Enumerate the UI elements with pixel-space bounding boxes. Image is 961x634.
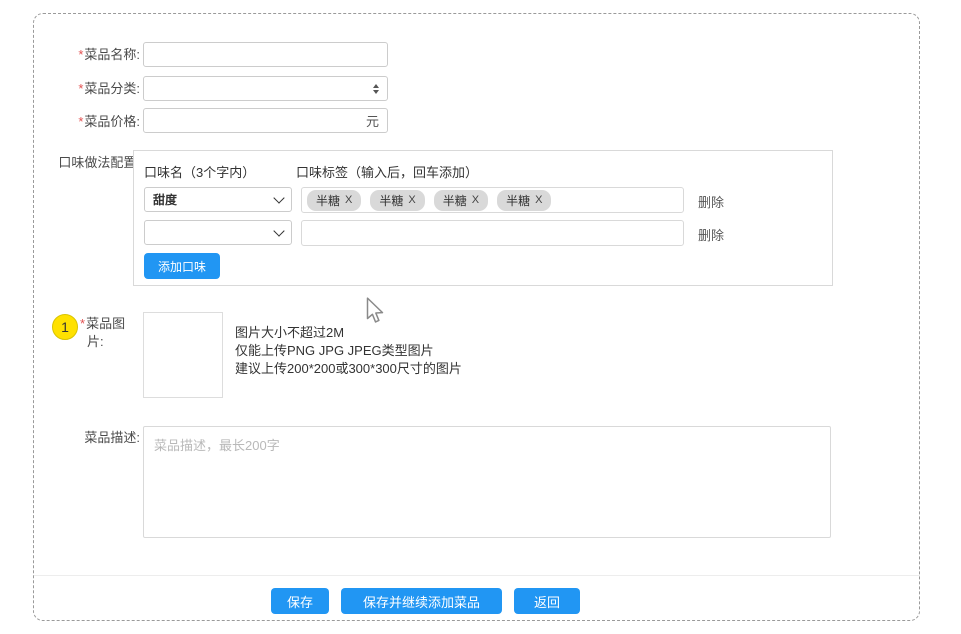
- tag-remove-icon[interactable]: X: [408, 194, 415, 206]
- flavor-name-select-2[interactable]: [144, 220, 292, 245]
- dish-price-input[interactable]: 元: [143, 108, 388, 133]
- chevron-down-icon: [273, 192, 284, 203]
- footer-divider: [34, 575, 920, 576]
- dish-name-label: *菜品名称:: [20, 47, 140, 63]
- flavor-name-header: 口味名（3个字内）: [144, 162, 255, 181]
- dish-description-label: 菜品描述:: [20, 430, 140, 446]
- required-marker: *: [78, 47, 83, 62]
- required-marker: *: [78, 81, 83, 96]
- footer-actions: 保存 保存并继续添加菜品 返回: [271, 588, 580, 614]
- flavor-tag[interactable]: 半糖 X: [497, 190, 551, 211]
- flavor-config-panel: 口味名（3个字内） 口味标签（输入后，回车添加） 甜度 半糖 X 半糖 X 半糖…: [133, 150, 833, 286]
- delete-flavor-link-1[interactable]: 删除: [698, 192, 724, 211]
- flavor-tag-header: 口味标签（输入后，回车添加）: [296, 162, 478, 181]
- flavor-tags-input-1[interactable]: 半糖 X 半糖 X 半糖 X 半糖 X: [301, 187, 684, 213]
- sort-arrows-icon: [373, 84, 379, 94]
- dish-price-label: *菜品价格:: [20, 114, 140, 130]
- hint-line: 图片大小不超过2M: [235, 324, 462, 342]
- tag-remove-icon[interactable]: X: [472, 194, 479, 206]
- dish-image-label: *菜品图 片:: [80, 315, 146, 351]
- dish-category-select[interactable]: [143, 76, 388, 101]
- dish-name-input[interactable]: [143, 42, 388, 67]
- flavor-name-value-1: 甜度: [153, 191, 177, 208]
- step-badge: 1: [52, 314, 78, 340]
- flavor-tags-input-2[interactable]: [301, 220, 684, 246]
- price-unit-label: 元: [366, 111, 379, 130]
- image-upload-box[interactable]: [143, 312, 223, 398]
- save-and-continue-button[interactable]: 保存并继续添加菜品: [341, 588, 502, 614]
- hint-line: 仅能上传PNG JPG JPEG类型图片: [235, 342, 462, 360]
- tag-remove-icon[interactable]: X: [535, 194, 542, 206]
- image-upload-hints: 图片大小不超过2M 仅能上传PNG JPG JPEG类型图片 建议上传200*2…: [235, 324, 462, 378]
- save-button[interactable]: 保存: [271, 588, 329, 614]
- dish-description-textarea[interactable]: [143, 426, 831, 538]
- required-marker: *: [80, 316, 85, 331]
- dish-category-label: *菜品分类:: [20, 81, 140, 97]
- tag-remove-icon[interactable]: X: [345, 194, 352, 206]
- flavor-config-label: 口味做法配置:: [20, 155, 140, 171]
- back-button[interactable]: 返回: [514, 588, 580, 614]
- delete-flavor-link-2[interactable]: 删除: [698, 225, 724, 244]
- flavor-tag[interactable]: 半糖 X: [370, 190, 424, 211]
- flavor-name-select-1[interactable]: 甜度: [144, 187, 292, 212]
- flavor-tag[interactable]: 半糖 X: [434, 190, 488, 211]
- required-marker: *: [78, 114, 83, 129]
- chevron-down-icon: [273, 225, 284, 236]
- hint-line: 建议上传200*200或300*300尺寸的图片: [235, 360, 462, 378]
- add-flavor-button[interactable]: 添加口味: [144, 253, 220, 279]
- flavor-tag[interactable]: 半糖 X: [307, 190, 361, 211]
